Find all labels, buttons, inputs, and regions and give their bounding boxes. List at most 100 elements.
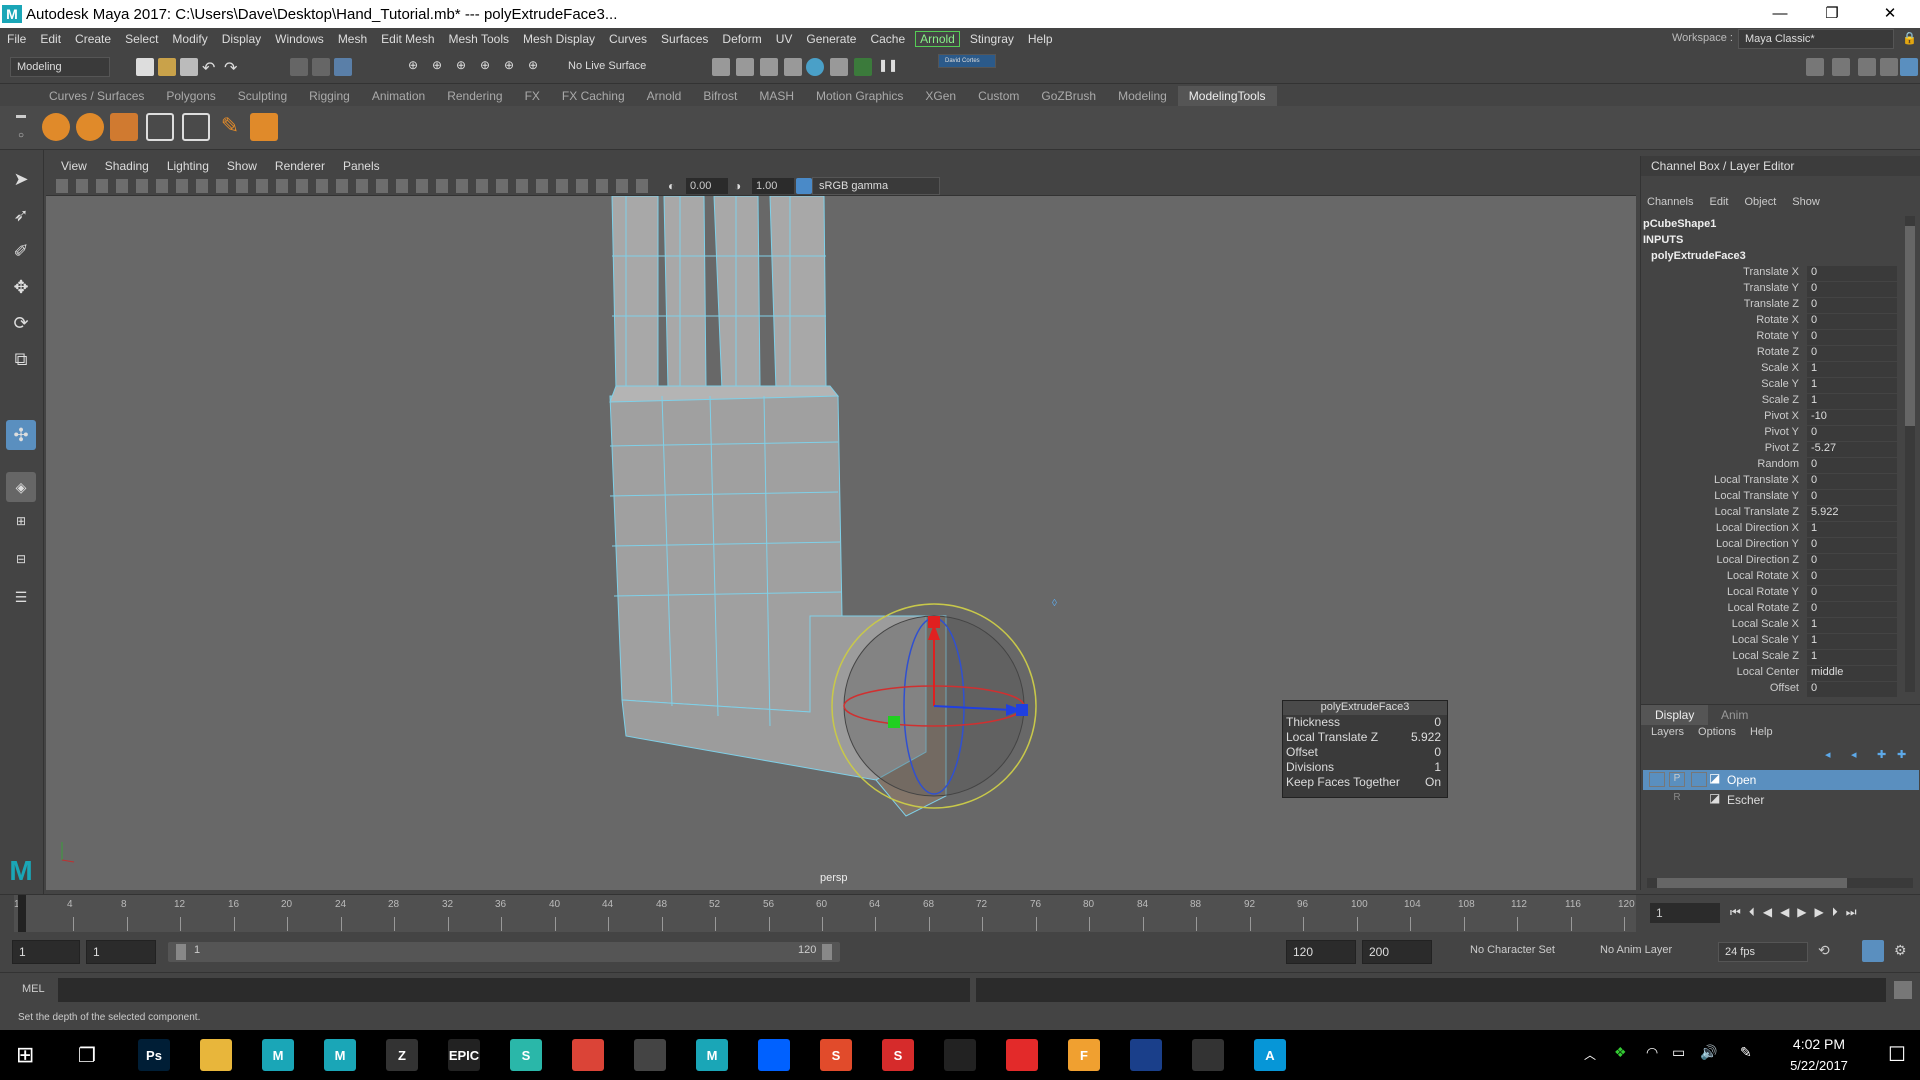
- photoshop-icon[interactable]: Ps: [138, 1039, 170, 1071]
- snap-view-icon[interactable]: ⊕: [480, 58, 498, 76]
- live-surface-field[interactable]: No Live Surface: [562, 57, 662, 77]
- close-button[interactable]: ✕: [1870, 0, 1910, 28]
- layer-menu-options[interactable]: Options: [1698, 726, 1736, 738]
- channel-value[interactable]: 0: [1807, 586, 1897, 601]
- layer-move-up-icon[interactable]: ◂: [1825, 748, 1831, 761]
- shelf-tab-curves-surfaces[interactable]: Curves / Surfaces: [38, 86, 155, 106]
- shelf-options-icon[interactable]: ○: [18, 130, 24, 141]
- channel-label[interactable]: Pivot X: [1764, 410, 1799, 422]
- zbrush-icon[interactable]: Z: [386, 1039, 418, 1071]
- channel-label[interactable]: Local Scale Y: [1732, 634, 1799, 646]
- channel-row[interactable]: Local Scale Y 1: [1641, 634, 1911, 650]
- vp-menu-renderer[interactable]: Renderer: [266, 159, 334, 173]
- new-layer-icon[interactable]: ✚: [1877, 748, 1886, 761]
- redo-icon[interactable]: ↷: [224, 58, 242, 77]
- script-language-label[interactable]: MEL: [22, 983, 45, 995]
- channel-label[interactable]: Local Center: [1737, 666, 1799, 678]
- cb-menu-channels[interactable]: Channels: [1647, 196, 1693, 208]
- lasso-tool-icon[interactable]: ➶: [6, 200, 36, 230]
- channel-value[interactable]: 1: [1807, 618, 1897, 633]
- range-start-handle[interactable]: [176, 944, 186, 960]
- channel-label[interactable]: Local Scale Z: [1732, 650, 1799, 662]
- undo-icon[interactable]: ↶: [202, 58, 220, 77]
- in-view-row-divisions[interactable]: Divisions 1: [1283, 760, 1447, 775]
- scale-tool-icon[interactable]: ⧉: [6, 344, 36, 374]
- preferences-icon[interactable]: ⚙: [1894, 942, 1907, 959]
- channel-value[interactable]: 0: [1807, 570, 1897, 585]
- command-input[interactable]: [58, 978, 970, 1002]
- step-back-frame-icon[interactable]: ◀: [1763, 905, 1772, 920]
- range-end-handle[interactable]: [822, 944, 832, 960]
- channel-row[interactable]: Local Rotate Z 0: [1641, 602, 1911, 618]
- channel-row[interactable]: Rotate Z 0: [1641, 346, 1911, 362]
- step-forward-key-icon[interactable]: ⏵: [1832, 905, 1838, 920]
- channel-label[interactable]: Pivot Z: [1765, 442, 1799, 454]
- cb-menu-show[interactable]: Show: [1792, 196, 1820, 208]
- menu-deform[interactable]: Deform: [715, 32, 768, 46]
- go-to-end-icon[interactable]: ⏭: [1846, 905, 1857, 920]
- channel-row[interactable]: Scale X 1: [1641, 362, 1911, 378]
- snap-pivot-icon[interactable]: ⊕: [528, 58, 546, 76]
- bevel-icon[interactable]: [250, 113, 278, 141]
- layer-color-icon[interactable]: ◪: [1709, 771, 1720, 785]
- two-view-icon[interactable]: ⊟: [6, 544, 36, 574]
- offset-edge-loop-icon[interactable]: [182, 113, 210, 141]
- clock-date[interactable]: 5/22/2017: [1774, 1058, 1864, 1073]
- single-view-icon[interactable]: ◈: [6, 472, 36, 502]
- channel-value[interactable]: 0: [1807, 538, 1897, 553]
- channel-value[interactable]: 0: [1807, 458, 1897, 473]
- step-back-key-icon[interactable]: ⏴: [1749, 905, 1755, 920]
- channel-value[interactable]: 1: [1807, 634, 1897, 649]
- menu-edit-mesh[interactable]: Edit Mesh: [374, 32, 441, 46]
- play-backwards-icon[interactable]: ◀: [1780, 905, 1789, 920]
- rotate-tool-icon[interactable]: ⟳: [6, 308, 36, 338]
- channel-value[interactable]: 0: [1807, 266, 1897, 281]
- channel-label[interactable]: Local Translate Z: [1715, 506, 1799, 518]
- layer-scrollbar[interactable]: [1647, 878, 1913, 888]
- channel-label[interactable]: Local Direction X: [1716, 522, 1799, 534]
- menu-mesh[interactable]: Mesh: [331, 32, 374, 46]
- panel-toolbar-icons[interactable]: [56, 179, 656, 193]
- ipr-render-icon[interactable]: [760, 58, 778, 76]
- clock-time[interactable]: 4:02 PM: [1784, 1036, 1854, 1052]
- select-component-icon[interactable]: [334, 58, 352, 76]
- shelf-tab-fx[interactable]: FX: [514, 86, 551, 106]
- layer-color-icon[interactable]: ◪: [1709, 791, 1720, 805]
- file-explorer-icon[interactable]: [200, 1039, 232, 1071]
- time-cursor[interactable]: [18, 895, 26, 933]
- menu-mesh-tools[interactable]: Mesh Tools: [442, 32, 516, 46]
- maya-a-icon[interactable]: M: [262, 1039, 294, 1071]
- shelf-tab-modelingtools[interactable]: ModelingTools: [1177, 86, 1277, 106]
- channel-row[interactable]: Rotate X 0: [1641, 314, 1911, 330]
- channel-label[interactable]: Scale Y: [1761, 378, 1799, 390]
- channel-row[interactable]: Pivot Y 0: [1641, 426, 1911, 442]
- channel-row[interactable]: Local Direction Z 0: [1641, 554, 1911, 570]
- modeling-toolkit-icon[interactable]: [1806, 58, 1824, 76]
- channel-row[interactable]: Local Rotate Y 0: [1641, 586, 1911, 602]
- workspace-dropdown[interactable]: Maya Classic*: [1738, 29, 1894, 49]
- snap-curve-icon[interactable]: ⊕: [432, 58, 450, 76]
- restore-button[interactable]: ❐: [1812, 0, 1852, 28]
- target-weld-icon[interactable]: [76, 113, 104, 141]
- menu-cache[interactable]: Cache: [863, 32, 912, 46]
- shelf-tab-gozbrush[interactable]: GoZBrush: [1030, 86, 1107, 106]
- channel-label[interactable]: Offset: [1770, 682, 1799, 694]
- exposure-field[interactable]: 0.00: [686, 178, 728, 194]
- auto-key-icon[interactable]: [1862, 940, 1884, 962]
- menu-select[interactable]: Select: [118, 32, 165, 46]
- four-view-icon[interactable]: ⊞: [6, 506, 36, 536]
- channel-label[interactable]: Local Rotate X: [1727, 570, 1799, 582]
- shelf-tab-custom[interactable]: Custom: [967, 86, 1030, 106]
- channel-label[interactable]: Scale X: [1761, 362, 1799, 374]
- layer-row-escher[interactable]: R ◪ Escher: [1643, 790, 1919, 810]
- channel-value[interactable]: 0: [1807, 314, 1897, 329]
- channel-row[interactable]: Local Rotate X 0: [1641, 570, 1911, 586]
- channel-row[interactable]: Translate X 0: [1641, 266, 1911, 282]
- fps-dropdown[interactable]: 24 fps: [1718, 942, 1808, 962]
- pen-icon[interactable]: ✎: [1740, 1044, 1752, 1061]
- channel-label[interactable]: Local Direction Z: [1716, 554, 1799, 566]
- channel-label[interactable]: Random: [1757, 458, 1799, 470]
- layer-playback-toggle[interactable]: P: [1669, 772, 1685, 787]
- volume-icon[interactable]: 🔊: [1700, 1044, 1717, 1061]
- playback-end-field[interactable]: 120: [1286, 940, 1356, 964]
